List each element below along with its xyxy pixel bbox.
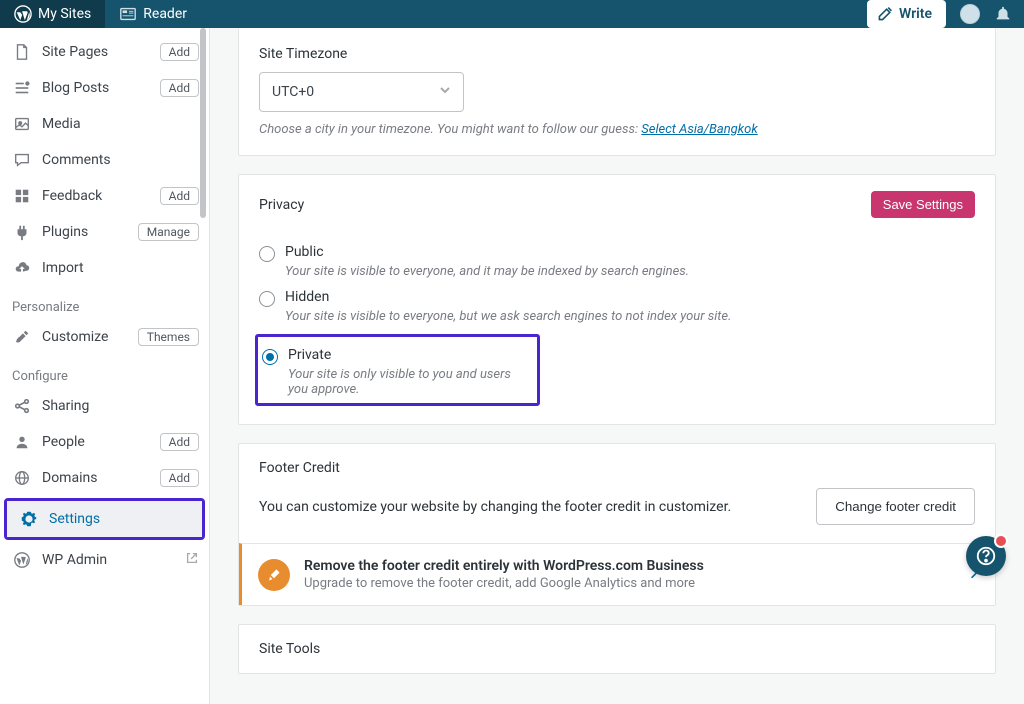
sidebar-item-label: Import — [42, 260, 84, 276]
customize-icon — [12, 327, 32, 347]
timezone-label: Site Timezone — [259, 46, 975, 62]
sidebar-group-configure: Configure — [0, 355, 209, 388]
sidebar-item-label: Domains — [42, 470, 97, 486]
highlight-annotation: Private Your site is only visible to you… — [255, 334, 540, 406]
sidebar: Site Pages Add Blog Posts Add Media Comm… — [0, 28, 210, 704]
sidebar-item-label: WP Admin — [42, 552, 107, 568]
upsell-brush-icon — [258, 559, 290, 591]
sidebar-item-sharing[interactable]: Sharing — [0, 388, 209, 424]
reader-icon — [119, 5, 137, 23]
sidebar-item-plugins[interactable]: Plugins Manage — [0, 214, 209, 250]
sidebar-item-settings[interactable]: Settings — [7, 501, 202, 537]
radio-icon[interactable] — [259, 246, 275, 262]
pages-icon — [12, 42, 32, 62]
privacy-option-hidden[interactable]: Hidden — [259, 289, 975, 307]
my-sites-button[interactable]: My Sites — [0, 0, 105, 28]
timezone-card: Site Timezone UTC+0 Choose a city in you… — [238, 28, 996, 156]
privacy-option-public[interactable]: Public — [259, 244, 975, 262]
privacy-desc: Your site is only visible to you and use… — [288, 367, 529, 397]
feedback-icon — [12, 186, 32, 206]
privacy-desc: Your site is visible to everyone, but we… — [285, 309, 975, 324]
chevron-down-icon — [439, 84, 451, 100]
domains-icon — [12, 468, 32, 488]
sidebar-item-domains[interactable]: Domains Add — [0, 460, 209, 496]
sidebar-scrollbar[interactable] — [197, 28, 209, 704]
sidebar-item-label: Media — [42, 116, 81, 132]
sidebar-item-people[interactable]: People Add — [0, 424, 209, 460]
reader-button[interactable]: Reader — [105, 0, 201, 28]
sidebar-item-label: Plugins — [42, 224, 88, 240]
themes-pill[interactable]: Themes — [138, 328, 199, 346]
sidebar-item-import[interactable]: Import — [0, 250, 209, 286]
sidebar-item-media[interactable]: Media — [0, 106, 209, 142]
sidebar-item-customize[interactable]: Customize Themes — [0, 319, 209, 355]
import-icon — [12, 258, 32, 278]
reader-label: Reader — [143, 6, 187, 22]
wordpress-logo-icon — [14, 5, 32, 23]
add-pill[interactable]: Add — [160, 187, 199, 205]
sidebar-item-label: Customize — [42, 329, 108, 345]
sidebar-item-label: Comments — [42, 152, 111, 168]
avatar[interactable] — [960, 4, 980, 24]
edit-icon — [877, 6, 893, 22]
sidebar-item-feedback[interactable]: Feedback Add — [0, 178, 209, 214]
people-icon — [12, 432, 32, 452]
comments-icon — [12, 150, 32, 170]
footer-credit-card: Footer Credit You can customize your web… — [238, 443, 996, 606]
radio-icon[interactable] — [262, 349, 278, 365]
content-area: Site Timezone UTC+0 Choose a city in you… — [210, 28, 1024, 704]
privacy-option-private[interactable]: Private — [262, 347, 529, 365]
sidebar-item-site-pages[interactable]: Site Pages Add — [0, 34, 209, 70]
help-icon — [975, 545, 997, 567]
radio-icon[interactable] — [259, 291, 275, 307]
help-button[interactable] — [966, 536, 1006, 576]
sidebar-group-personalize: Personalize — [0, 286, 209, 319]
plugins-icon — [12, 222, 32, 242]
upsell-desc: Upgrade to remove the footer credit, add… — [304, 576, 704, 591]
timezone-suggestion-link[interactable]: Select Asia/Bangkok — [641, 122, 757, 137]
site-tools-title: Site Tools — [259, 641, 320, 657]
privacy-card: Privacy Save Settings Public Your site i… — [238, 174, 996, 425]
add-pill[interactable]: Add — [160, 43, 199, 61]
top-bar: My Sites Reader Write — [0, 0, 1024, 28]
my-sites-label: My Sites — [38, 6, 91, 22]
wordpress-icon — [12, 550, 32, 570]
site-tools-card: Site Tools — [238, 624, 996, 674]
manage-pill[interactable]: Manage — [138, 223, 199, 241]
sidebar-item-wp-admin[interactable]: WP Admin — [0, 542, 209, 578]
timezone-value: UTC+0 — [272, 84, 314, 100]
sidebar-item-label: Site Pages — [42, 44, 108, 60]
privacy-title: Privacy — [259, 197, 304, 213]
footer-credit-upsell[interactable]: Remove the footer credit entirely with W… — [239, 543, 995, 605]
timezone-helper: Choose a city in your timezone. You migh… — [259, 122, 975, 137]
posts-icon — [12, 78, 32, 98]
sidebar-item-label: Sharing — [42, 398, 89, 414]
add-pill[interactable]: Add — [160, 79, 199, 97]
settings-icon — [19, 509, 39, 529]
change-footer-credit-button[interactable]: Change footer credit — [816, 488, 975, 525]
footer-credit-desc: You can customize your website by changi… — [259, 499, 731, 515]
sidebar-item-comments[interactable]: Comments — [0, 142, 209, 178]
sharing-icon — [12, 396, 32, 416]
sidebar-item-label: Blog Posts — [42, 80, 109, 96]
timezone-select[interactable]: UTC+0 — [259, 72, 464, 112]
privacy-desc: Your site is visible to everyone, and it… — [285, 264, 975, 279]
write-button[interactable]: Write — [867, 0, 946, 28]
add-pill[interactable]: Add — [160, 433, 199, 451]
sidebar-item-label: People — [42, 434, 85, 450]
media-icon — [12, 114, 32, 134]
save-settings-button[interactable]: Save Settings — [871, 191, 975, 218]
sidebar-item-label: Settings — [49, 511, 100, 527]
write-label: Write — [899, 6, 932, 22]
sidebar-item-label: Feedback — [42, 188, 102, 204]
add-pill[interactable]: Add — [160, 469, 199, 487]
footer-credit-title: Footer Credit — [259, 460, 340, 476]
notifications-icon[interactable] — [994, 5, 1012, 23]
sidebar-item-blog-posts[interactable]: Blog Posts Add — [0, 70, 209, 106]
upsell-title: Remove the footer credit entirely with W… — [304, 558, 704, 574]
